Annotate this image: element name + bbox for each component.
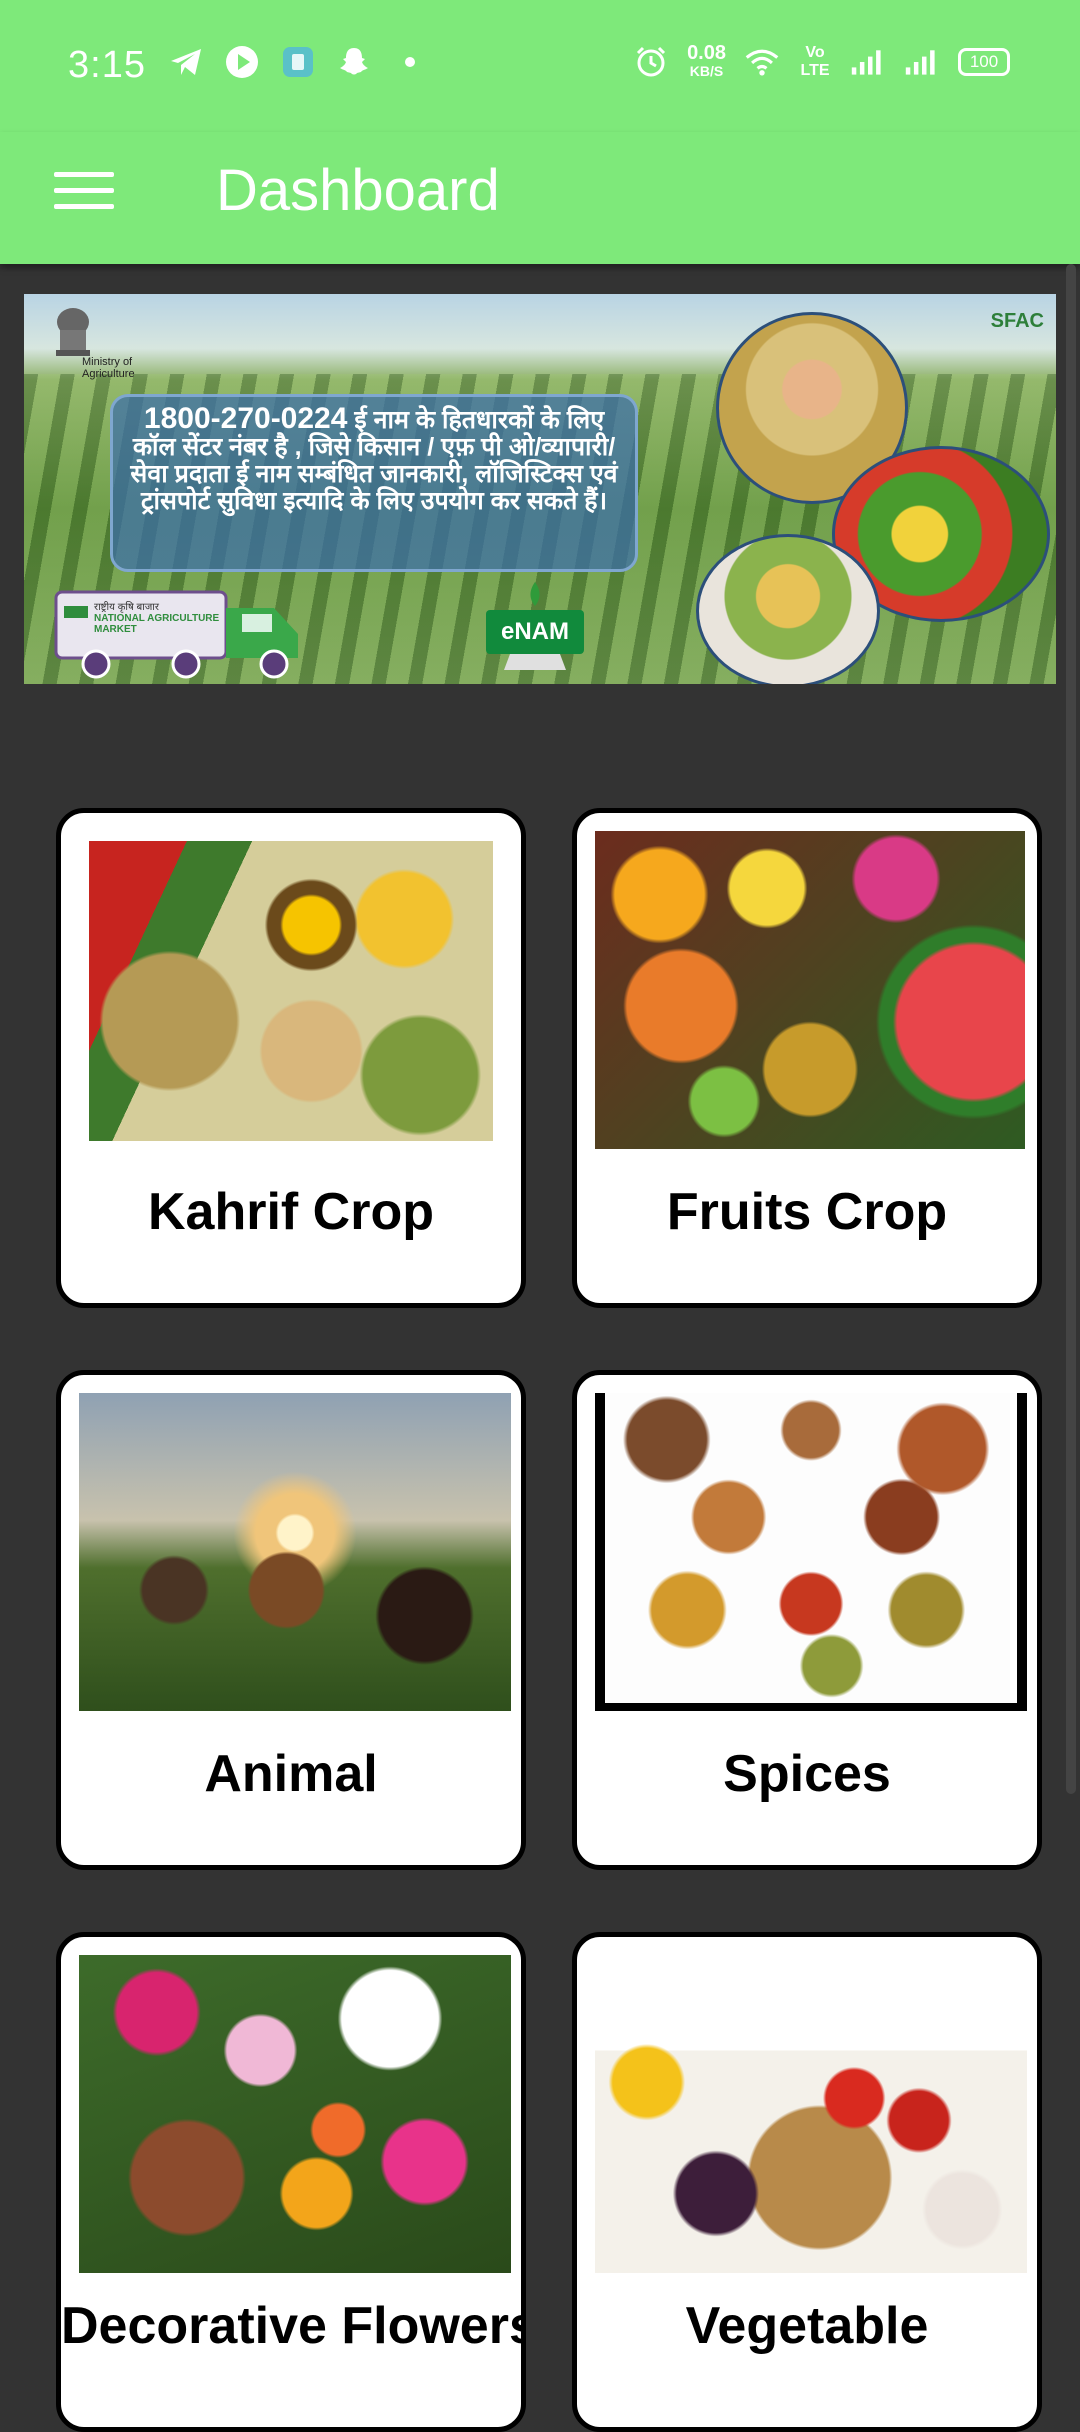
category-label: Kahrif Crop xyxy=(148,1183,434,1241)
category-label: Fruits Crop xyxy=(666,1183,948,1241)
produce-truck-photo xyxy=(696,534,880,684)
animal-image xyxy=(79,1393,511,1711)
category-card-spices[interactable]: Spices xyxy=(572,1370,1042,1870)
enam-label: eNAM xyxy=(500,618,569,645)
signal-icon xyxy=(904,44,940,80)
ministry-label: Ministry of Agriculture xyxy=(82,356,135,380)
volte-indicator: Vo LTE xyxy=(800,44,830,79)
category-card-animal[interactable]: Animal xyxy=(56,1370,526,1870)
battery-icon: 100 xyxy=(958,48,1010,76)
helpline-box: 1800-270-0224 ई नाम के हितधारकों के लिए … xyxy=(110,394,638,572)
category-label: Decorative Flowers xyxy=(61,2297,526,2355)
category-label: Vegetable xyxy=(685,2297,929,2355)
category-card-kahrif-crop[interactable]: Kahrif Crop xyxy=(56,808,526,1308)
decorative-flowers-image xyxy=(79,1955,511,2273)
snapchat-icon xyxy=(336,44,372,80)
category-card-fruits-crop[interactable]: Fruits Crop xyxy=(572,808,1042,1308)
spices-image xyxy=(595,1393,1027,1711)
truck-label: राष्ट्रीय कृषि बाजार NATIONAL AGRICULTUR… xyxy=(94,602,220,635)
scrollbar[interactable] xyxy=(1066,264,1076,1794)
status-time: 3:15 xyxy=(68,44,146,86)
app-bar: Dashboard xyxy=(0,132,1080,264)
helpline-number: 1800-270-0224 xyxy=(143,402,348,435)
net-speed-unit: KB/S xyxy=(689,63,724,79)
status-system-icons: 0.08 KB/S Vo LTE 100 xyxy=(633,42,1010,80)
category-card-vegetable[interactable]: Vegetable xyxy=(572,1932,1042,2432)
app-icon xyxy=(280,44,316,80)
enam-helpline-banner[interactable]: Ministry of Agriculture 1800-270-0224 ई … xyxy=(24,294,1056,684)
wifi-icon xyxy=(744,44,780,80)
telegram-icon xyxy=(168,44,204,80)
category-card-decorative-flowers[interactable]: Decorative Flowers xyxy=(56,1932,526,2432)
enam-logo: eNAM xyxy=(480,578,590,678)
net-speed: 0.08 KB/S xyxy=(687,42,726,80)
status-notification-icons xyxy=(168,44,428,80)
kahrif-crop-image xyxy=(89,841,493,1141)
dot-icon xyxy=(392,44,428,80)
play-icon xyxy=(224,44,260,80)
alarm-icon xyxy=(633,44,669,80)
vegetable-image xyxy=(595,1955,1027,2273)
menu-icon[interactable] xyxy=(54,160,114,220)
net-speed-value: 0.08 xyxy=(687,42,726,64)
battery-level: 100 xyxy=(969,52,999,71)
status-bar: 3:15 0.08 KB/S Vo LTE 100 xyxy=(0,0,1080,132)
page-title: Dashboard xyxy=(216,158,500,223)
sfac-logo: SFAC xyxy=(990,310,1044,332)
category-label: Animal xyxy=(204,1745,378,1803)
fruits-crop-image xyxy=(595,831,1025,1149)
category-label: Spices xyxy=(723,1745,891,1803)
signal-icon xyxy=(850,44,886,80)
